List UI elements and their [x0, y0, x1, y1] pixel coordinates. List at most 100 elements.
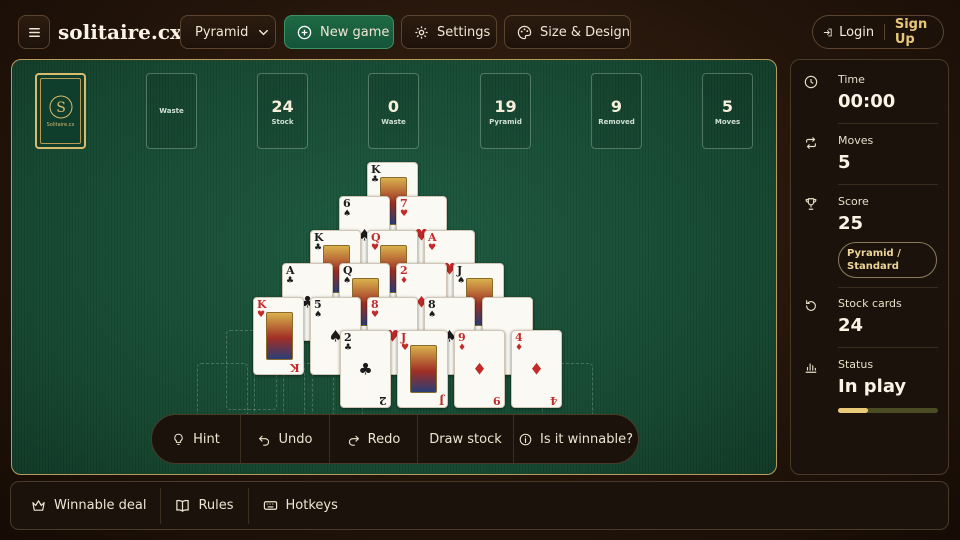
undo-button[interactable]: Undo [240, 415, 329, 463]
card-pip: ♦ [529, 359, 544, 379]
top-bar: solitaire.cx Pyramid New game Settings S… [0, 0, 960, 60]
face-card-art [266, 312, 293, 360]
settings-label: Settings [437, 24, 491, 40]
winnable-deal-link[interactable]: Winnable deal [17, 488, 160, 524]
stock-brand: Solitaire.cx [46, 122, 75, 128]
rules-link[interactable]: Rules [160, 487, 247, 524]
playing-card[interactable]: K ♥ K [253, 297, 304, 375]
face-card-art [410, 345, 437, 393]
waste-slot[interactable]: Waste [146, 73, 197, 149]
stat-label: Status [838, 358, 874, 371]
winnable-label: Is it winnable? [539, 431, 634, 447]
card-suit: ♥ [428, 243, 437, 253]
counter-label: Waste [381, 117, 406, 126]
counter-value: 0 [387, 96, 400, 116]
rules-label: Rules [198, 498, 234, 513]
monogram-emblem: S [49, 95, 72, 119]
stock-monogram: S [56, 100, 66, 116]
playing-card[interactable]: J ♥ J [397, 330, 448, 408]
card-suit: ♠ [314, 310, 323, 320]
redo-label: Redo [367, 431, 401, 447]
card-rank-bottom: 2 [379, 394, 387, 407]
size-design-label: Size & Design [540, 24, 630, 40]
stats-sidebar: Time 00:00 Moves 5 Score 25 Pyramid / St… [790, 59, 949, 475]
card-suit: ♣ [314, 243, 323, 253]
card-suit: ♠ [457, 276, 466, 286]
menu-button[interactable] [18, 15, 50, 49]
redo-button[interactable]: Redo [329, 415, 417, 463]
repeat-icon [806, 137, 816, 149]
card-pip: ♣ [358, 359, 373, 379]
card-suit: ♥ [401, 343, 410, 353]
waste-slot-label: Waste [159, 107, 184, 115]
card-rank-bottom: 4 [550, 394, 558, 407]
card-suit: ♥ [371, 243, 380, 253]
counter-waste: 0 Waste [368, 73, 419, 149]
variant-select[interactable]: Pyramid [180, 15, 276, 49]
clock-icon [804, 75, 818, 89]
logo[interactable]: solitaire.cx [58, 15, 182, 49]
card-suit: ♣ [344, 343, 353, 353]
moves-value: 5 [838, 152, 851, 173]
undo-label: Undo [278, 431, 313, 447]
hotkeys-link[interactable]: Hotkeys [247, 487, 352, 524]
action-bar: Hint Undo Redo Draw stock Is it winnable… [151, 414, 639, 464]
status-value: In play [838, 376, 907, 397]
playing-card[interactable]: 2 ♣ ♣ 2 [340, 330, 391, 408]
info-icon [519, 433, 532, 445]
stock-value: 24 [838, 315, 864, 336]
stat-label: Stock cards [838, 297, 902, 310]
card-rank-bottom: J [438, 394, 444, 407]
card-suit: ♥ [400, 209, 409, 219]
time-value: 00:00 [838, 91, 896, 112]
stat-label: Time [838, 73, 865, 86]
login-link[interactable]: Login [839, 25, 874, 40]
divider [838, 123, 938, 124]
winnable-deal-label: Winnable deal [54, 498, 147, 513]
draw-stock-label: Draw stock [429, 431, 502, 447]
settings-button[interactable]: Settings [401, 15, 497, 49]
mode-badge: Pyramid / Standard [838, 242, 937, 278]
refresh-icon [806, 300, 816, 311]
card-pip: ♦ [472, 359, 487, 379]
divider [838, 287, 938, 288]
playing-card[interactable]: 4 ♦ ♦ 4 [511, 330, 562, 408]
progress-bar [838, 408, 938, 413]
card-suit: ♣ [371, 175, 380, 185]
bar-chart-icon [805, 363, 817, 373]
counter-value: 9 [610, 96, 623, 116]
stock-pile[interactable]: S Solitaire.cx [35, 73, 86, 149]
trophy-icon [805, 198, 817, 210]
card-suit: ♦ [458, 343, 467, 353]
auth-divider [884, 24, 885, 40]
playing-card[interactable]: 9 ♦ ♦ 9 [454, 330, 505, 408]
counter-value: 24 [271, 96, 294, 116]
card-rank-bottom: 9 [493, 394, 501, 407]
card-suit: ♦ [400, 276, 409, 286]
redo-icon [348, 435, 359, 446]
counter-moves: 5 Moves [702, 73, 753, 149]
counter-stock: 24 Stock [257, 73, 308, 149]
new-game-button[interactable]: New game [284, 15, 394, 49]
hint-button[interactable]: Hint [152, 415, 240, 463]
card-suit: ♠ [343, 276, 352, 286]
card-back: S Solitaire.cx [40, 78, 81, 144]
gear-icon [415, 25, 428, 39]
winnable-button[interactable]: Is it winnable? [513, 415, 638, 463]
card-suit: ♠ [343, 209, 352, 219]
card-suit: ♦ [515, 343, 524, 353]
size-design-button[interactable]: Size & Design [504, 15, 631, 49]
book-icon [176, 499, 190, 512]
game-board: S Solitaire.cx Waste 24 Stock 0 Waste 19… [11, 59, 777, 475]
signup-link[interactable]: Sign Up [895, 17, 933, 47]
counter-removed: 9 Removed [591, 73, 642, 149]
hint-label: Hint [193, 431, 220, 447]
card-rank-bottom: K [290, 361, 300, 374]
draw-stock-button[interactable]: Draw stock [417, 415, 513, 463]
chevron-down-icon [259, 29, 269, 35]
auth-group: Login Sign Up [812, 15, 944, 49]
divider [838, 184, 938, 185]
stat-label: Moves [838, 134, 874, 147]
counter-label: Removed [598, 117, 635, 126]
hotkeys-label: Hotkeys [285, 498, 338, 513]
